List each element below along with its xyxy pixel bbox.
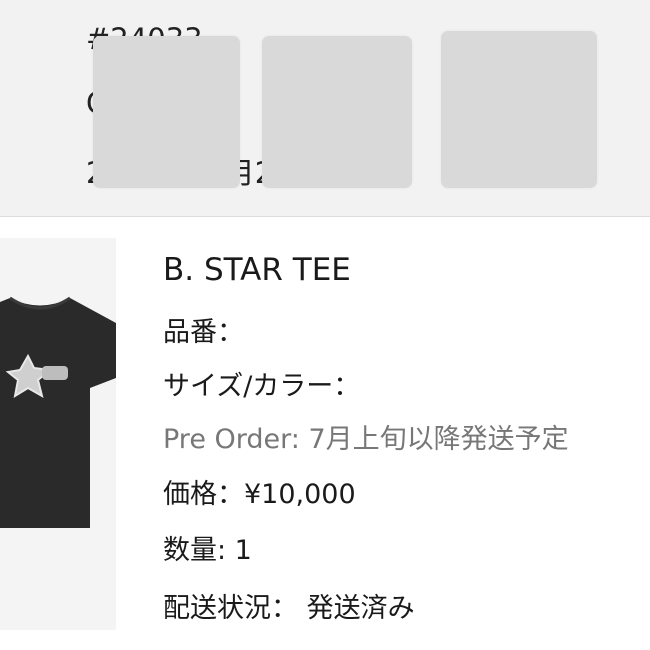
shipping-status: 配送状況： 発送済み [163, 593, 415, 624]
quantity-text: 数量: 1 [163, 535, 252, 566]
sku-label: 品番： [163, 317, 244, 348]
size-color-label: サイズ/カラー： [163, 371, 361, 402]
price-text: 価格：¥10,000 [163, 479, 356, 510]
product-title[interactable]: B. STAR TEE [163, 252, 351, 288]
preorder-note: Pre Order: 7月上旬以降発送予定 [163, 424, 569, 455]
product-details: B. STAR TEE 品番： サイズ/カラー： Pre Order: 7月上旬… [163, 0, 650, 650]
tshirt-image [0, 296, 116, 528]
product-thumbnail[interactable] [0, 238, 116, 630]
